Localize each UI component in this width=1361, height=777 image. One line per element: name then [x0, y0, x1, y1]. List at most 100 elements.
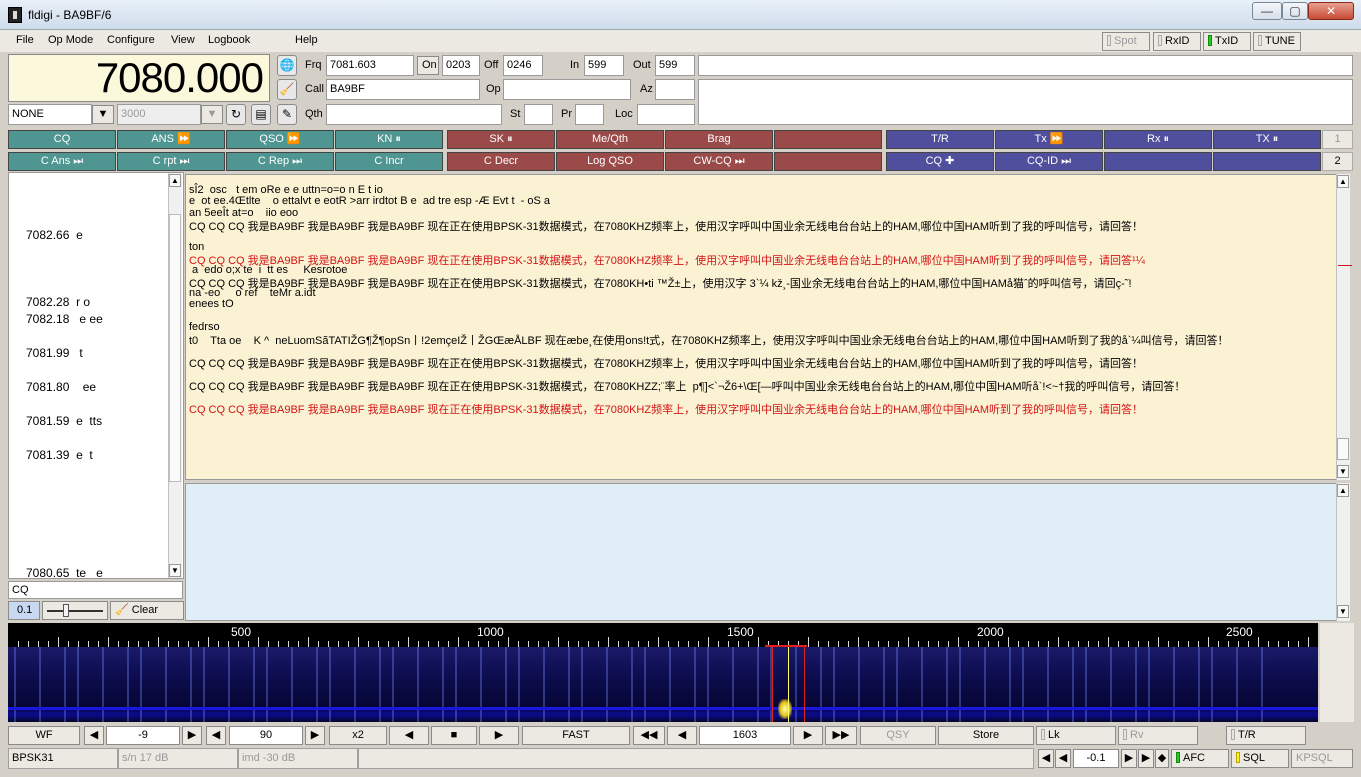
wf-mode-button[interactable]: WF: [8, 726, 80, 745]
refresh-icon[interactable]: ↻: [226, 104, 246, 125]
tx-scroll-up-icon[interactable]: ▲: [1337, 484, 1349, 497]
macro-brag[interactable]: Brag: [665, 130, 773, 149]
zoom-button[interactable]: x2: [329, 726, 387, 745]
macro-c-rep[interactable]: C Rep ⏭: [226, 152, 334, 171]
rst-in-field[interactable]: 599: [584, 55, 624, 76]
clear-log-icon[interactable]: ✎: [277, 104, 297, 125]
macro-cw-cq[interactable]: CW-CQ ⏭: [665, 152, 773, 171]
broom-icon[interactable]: 🧹: [277, 79, 297, 100]
waterfall[interactable]: [8, 647, 1318, 722]
offset-down-icon[interactable]: ◀: [84, 726, 104, 745]
step-back-icon[interactable]: ◀: [667, 726, 697, 745]
mode-select[interactable]: NONE: [8, 104, 92, 125]
province-field[interactable]: [575, 104, 604, 125]
zoom-right-icon[interactable]: ▶: [479, 726, 519, 745]
macro-tx-stop[interactable]: TX ⏸: [1213, 130, 1321, 149]
sql-up-icon[interactable]: ▶: [1121, 749, 1137, 768]
browser-filter-field[interactable]: CQ: [8, 581, 183, 599]
menu-help[interactable]: Help: [295, 34, 318, 46]
log-icon[interactable]: ▤: [251, 104, 271, 125]
locator-field[interactable]: [637, 104, 695, 125]
browser-scroll-up-icon[interactable]: ▲: [169, 174, 181, 187]
menu-view[interactable]: View: [171, 34, 195, 46]
tune-toggle[interactable]: TUNE: [1253, 32, 1301, 51]
macro-kn[interactable]: KN ⏸: [335, 130, 443, 149]
rx-scrollbar[interactable]: [1336, 174, 1350, 480]
kpsql-toggle[interactable]: KPSQL: [1291, 749, 1353, 768]
frequency-display[interactable]: 7080.000: [8, 54, 270, 102]
macro-c-incr[interactable]: C Incr: [335, 152, 443, 171]
tr-toggle[interactable]: T/R: [1226, 726, 1306, 745]
menu-logbook[interactable]: Logbook: [208, 34, 250, 46]
macro-empty-4[interactable]: [1213, 152, 1321, 171]
store-button[interactable]: Store: [938, 726, 1034, 745]
globe-icon[interactable]: 🌐: [277, 55, 297, 76]
offset-up-icon[interactable]: ▶: [182, 726, 202, 745]
range-down-icon[interactable]: ◀: [206, 726, 226, 745]
macro-log-qso[interactable]: Log QSO: [556, 152, 664, 171]
az-field[interactable]: [655, 79, 695, 100]
macro-empty-3[interactable]: [1104, 152, 1212, 171]
menu-op-mode[interactable]: Op Mode: [48, 34, 93, 46]
range-field[interactable]: 90: [229, 726, 303, 745]
transmit-text-panel[interactable]: [185, 483, 1337, 621]
state-field[interactable]: [524, 104, 553, 125]
macro-tx[interactable]: Tx ⏩: [995, 130, 1103, 149]
browser-row[interactable]: 7081.80 ee: [26, 380, 96, 394]
rx-scroll-up-icon[interactable]: ▲: [1337, 175, 1349, 188]
browser-clear-button[interactable]: 🧹 Clear: [110, 601, 184, 620]
notes-field[interactable]: [698, 55, 1353, 76]
tx-scroll-down-icon[interactable]: ▼: [1337, 605, 1349, 618]
browser-row[interactable]: 7082.66 e: [26, 228, 83, 242]
macro-empty-2[interactable]: [774, 152, 882, 171]
on-button[interactable]: On: [417, 56, 439, 75]
spot-toggle[interactable]: Spot: [1102, 32, 1150, 51]
mode-status[interactable]: BPSK31: [8, 748, 118, 769]
rst-out-field[interactable]: 599: [655, 55, 695, 76]
qsy-button[interactable]: QSY: [860, 726, 936, 745]
offset-field[interactable]: -9: [106, 726, 180, 745]
reverse-toggle[interactable]: Rv: [1118, 726, 1198, 745]
menu-configure[interactable]: Configure: [107, 34, 155, 46]
minimize-button[interactable]: —: [1252, 2, 1282, 20]
lock-toggle[interactable]: Lk: [1036, 726, 1116, 745]
macro-set-2[interactable]: 2: [1322, 152, 1353, 171]
speed-button[interactable]: FAST: [522, 726, 630, 745]
macro-c-ans[interactable]: C Ans ⏭: [8, 152, 116, 171]
sql-down-icon[interactable]: ◀: [1055, 749, 1071, 768]
browser-row[interactable]: 7082.28 r o: [26, 295, 90, 309]
frq-field[interactable]: 7081.603: [326, 55, 414, 76]
macro-cq-plus[interactable]: CQ ✚: [886, 152, 994, 171]
slider-thumb[interactable]: [63, 604, 69, 617]
maximize-button[interactable]: ▢: [1282, 2, 1308, 20]
tx-scrollbar[interactable]: [1336, 483, 1350, 621]
macro-cq[interactable]: CQ: [8, 130, 116, 149]
macro-c-rpt[interactable]: C rpt ⏭: [117, 152, 225, 171]
carrier-frequency-field[interactable]: 1603: [699, 726, 791, 745]
macro-me-qth[interactable]: Me/Qth: [556, 130, 664, 149]
sql-fast-up-icon[interactable]: ▶: [1138, 749, 1154, 768]
range-up-icon[interactable]: ▶: [305, 726, 325, 745]
macro-qso[interactable]: QSO ⏩: [226, 130, 334, 149]
zoom-left-icon[interactable]: ◀: [389, 726, 429, 745]
rx-scroll-thumb[interactable]: [1337, 438, 1349, 460]
macro-set-1[interactable]: 1: [1322, 130, 1353, 149]
menu-file[interactable]: File: [16, 34, 34, 46]
mode-dropdown-icon[interactable]: ▼: [92, 105, 114, 124]
macro-cq-id[interactable]: CQ-ID ⏭: [995, 152, 1103, 171]
call-field[interactable]: BA9BF: [326, 79, 480, 100]
sql-toggle[interactable]: SQL: [1231, 749, 1289, 768]
op-field[interactable]: [503, 79, 631, 100]
rx-scroll-down-icon[interactable]: ▼: [1337, 465, 1349, 478]
afc-toggle[interactable]: AFC: [1171, 749, 1229, 768]
bw-dropdown-icon[interactable]: ▼: [201, 105, 223, 124]
sql-center-icon[interactable]: ◆: [1155, 749, 1169, 768]
qth-field[interactable]: [326, 104, 502, 125]
notes-field-2[interactable]: [698, 79, 1353, 125]
macro-ans[interactable]: ANS ⏩: [117, 130, 225, 149]
squelch-value[interactable]: -0.1: [1073, 749, 1119, 768]
browser-scroll-down-icon[interactable]: ▼: [169, 564, 181, 577]
step-forward-icon[interactable]: ▶: [793, 726, 823, 745]
txid-toggle[interactable]: TxID: [1203, 32, 1251, 51]
waterfall-scale[interactable]: [8, 623, 1318, 647]
